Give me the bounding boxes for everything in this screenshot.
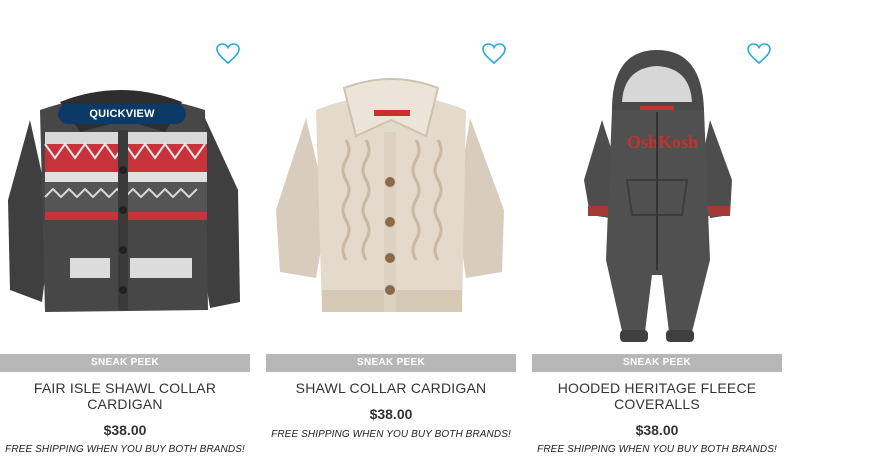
quickview-button[interactable]: QUICKVIEW xyxy=(58,104,186,124)
shipping-note: FREE SHIPPING WHEN YOU BUY BOTH BRANDS! xyxy=(537,444,777,455)
product-image-cable-knit-cardigan[interactable] xyxy=(266,40,516,352)
product-image-fair-isle-cardigan[interactable] xyxy=(0,40,250,352)
product-name[interactable]: SHAWL COLLAR CARDIGAN xyxy=(266,380,516,396)
shipping-note: FREE SHIPPING WHEN YOU BUY BOTH BRANDS! xyxy=(271,429,511,440)
sneak-peek-badge: SNEAK PEEK xyxy=(0,354,250,372)
product-price: $38.00 xyxy=(103,422,147,438)
product-name[interactable]: FAIR ISLE SHAWL COLLAR CARDIGAN xyxy=(0,380,250,412)
product-price: $38.00 xyxy=(369,406,413,422)
product-name[interactable]: HOODED HERITAGE FLEECE COVERALLS xyxy=(532,380,782,412)
product-card[interactable]: SNEAK PEEK SHAWL COLLAR CARDIGAN $38.00 … xyxy=(266,0,516,465)
product-grid: QUICKVIEW SNEAK PEEK FAIR ISLE SHAWL COL… xyxy=(0,0,890,465)
product-card[interactable]: OshKosh SNEAK PEEK HOODED HERITAGE FLEEC… xyxy=(532,0,782,465)
sneak-peek-badge: SNEAK PEEK xyxy=(532,354,782,372)
product-price: $38.00 xyxy=(635,422,679,438)
product-card[interactable]: QUICKVIEW SNEAK PEEK FAIR ISLE SHAWL COL… xyxy=(0,0,250,465)
product-image-hooded-coveralls[interactable]: OshKosh xyxy=(532,40,782,352)
sneak-peek-badge: SNEAK PEEK xyxy=(266,354,516,372)
shipping-note: FREE SHIPPING WHEN YOU BUY BOTH BRANDS! xyxy=(5,444,245,455)
svg-text:OshKosh: OshKosh xyxy=(627,132,698,152)
